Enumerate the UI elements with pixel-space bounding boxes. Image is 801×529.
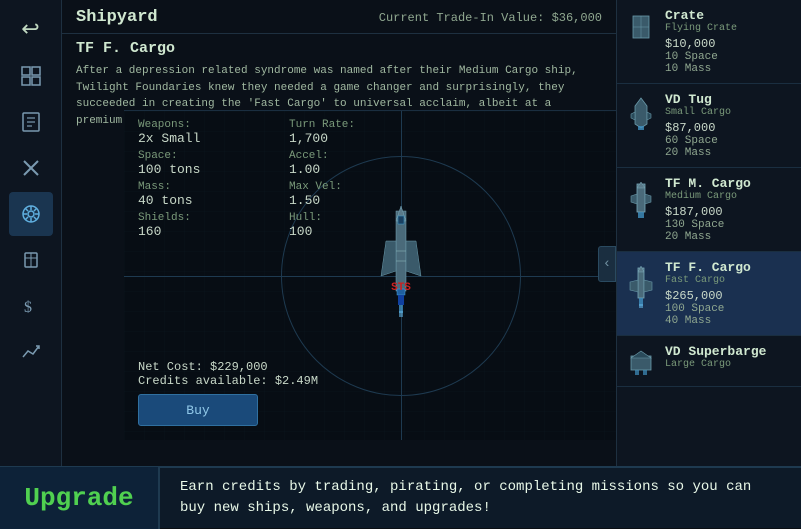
ship-card-stat-vd-tug-0: 60 Space: [665, 135, 793, 147]
stats-overlay: Weapons: 2x Small Turn Rate: 1,700 Space…: [124, 111, 424, 247]
upgrade-description: Earn credits by trading, pirating, or co…: [160, 477, 801, 519]
weapons-label: Weapons:: [138, 119, 259, 131]
space-value: 100 tons: [138, 162, 259, 177]
ship-list-panel: CrateFlying Crate $10,00010 Space10 Mass V…: [616, 0, 801, 528]
ship-card-icon-tf-m-cargo: [625, 176, 657, 220]
ship-card-stat-crate-0: 10 Space: [665, 51, 793, 63]
credits-available: Credits available: $2.49M: [138, 374, 318, 388]
ship-card-info-vd-tug: VD TugSmall Cargo $87,00060 Space20 Mass: [665, 92, 793, 159]
sidebar-icon-stats[interactable]: [9, 330, 53, 374]
turnrate-group: Turn Rate: 1,700: [289, 119, 410, 146]
ship-card-stat-tf-m-cargo-1: 20 Mass: [665, 231, 793, 243]
ship-card-tf-m-cargo[interactable]: TF M. CargoMedium Cargo $187,000130 Space…: [617, 168, 801, 252]
ship-card-name-vd-superbarge: VD Superbarge: [665, 344, 793, 359]
ship-card-type-tf-m-cargo: Medium Cargo: [665, 191, 793, 202]
ship-card-name-tf-f-cargo: TF F. Cargo: [665, 260, 793, 275]
ship-card-price-crate: $10,000: [665, 37, 793, 51]
sidebar-icon-map[interactable]: [9, 54, 53, 98]
maxvel-value: 1.50: [289, 193, 410, 208]
sidebar-icon-cargo[interactable]: [9, 238, 53, 282]
ship-card-icon-tf-f-cargo: [625, 260, 657, 308]
ship-card-stat-crate-1: 10 Mass: [665, 63, 793, 75]
ship-card-tf-f-cargo[interactable]: TF F. CargoFast Cargo $265,000100 Space40…: [617, 252, 801, 336]
ship-name: TF F. Cargo: [62, 34, 616, 61]
accel-value: 1.00: [289, 162, 410, 177]
ship-card-name-crate: Crate: [665, 8, 793, 23]
main-panel: Shipyard Current Trade-In Value: $36,000…: [62, 0, 616, 528]
ship-card-price-tf-f-cargo: $265,000: [665, 289, 793, 303]
sidebar: ↩: [0, 0, 62, 528]
maxvel-group: Max Vel: 1.50: [289, 181, 410, 208]
hull-value: 100: [289, 224, 410, 239]
mass-label: Mass:: [138, 181, 259, 193]
maxvel-label: Max Vel:: [289, 181, 410, 193]
sidebar-icon-missions[interactable]: [9, 100, 53, 144]
buy-button[interactable]: Buy: [138, 394, 258, 426]
ship-card-icon-vd-superbarge: [625, 344, 657, 378]
ship-card-price-tf-m-cargo: $187,000: [665, 205, 793, 219]
space-label: Space:: [138, 150, 259, 162]
accel-group: Accel: 1.00: [289, 150, 410, 177]
ship-display-area: STS Weapons: 2x Small Turn Rate: 1,700 S…: [124, 110, 678, 440]
ship-card-type-crate: Flying Crate: [665, 23, 793, 34]
ship-card-name-vd-tug: VD Tug: [665, 92, 793, 107]
weapons-group: Weapons: 2x Small: [138, 119, 259, 146]
ship-card-stat-vd-tug-1: 20 Mass: [665, 147, 793, 159]
ship-card-stat-tf-f-cargo-0: 100 Space: [665, 303, 793, 315]
ship-card-crate[interactable]: CrateFlying Crate $10,00010 Space10 Mass: [617, 0, 801, 84]
bottom-bar: Upgrade Earn credits by trading, piratin…: [0, 466, 801, 528]
space-group: Space: 100 tons: [138, 150, 259, 177]
ship-card-name-tf-m-cargo: TF M. Cargo: [665, 176, 793, 191]
ship-card-stat-tf-m-cargo-0: 130 Space: [665, 219, 793, 231]
hull-label: Hull:: [289, 212, 410, 224]
net-cost: Net Cost: $229,000: [138, 360, 318, 374]
sidebar-icon-tools[interactable]: [9, 146, 53, 190]
mass-group: Mass: 40 tons: [138, 181, 259, 208]
trade-in-value: Current Trade-In Value: $36,000: [379, 11, 602, 25]
hull-group: Hull: 100: [289, 212, 410, 239]
ship-card-info-tf-m-cargo: TF M. CargoMedium Cargo $187,000130 Space…: [665, 176, 793, 243]
accel-label: Accel:: [289, 150, 410, 162]
sts-label: STS: [391, 282, 411, 294]
ship-card-vd-tug[interactable]: VD TugSmall Cargo $87,00060 Space20 Mass: [617, 84, 801, 168]
turnrate-label: Turn Rate:: [289, 119, 410, 131]
ship-card-stat-tf-f-cargo-1: 40 Mass: [665, 315, 793, 327]
sidebar-icon-back[interactable]: ↩: [9, 8, 53, 52]
header: Shipyard Current Trade-In Value: $36,000: [62, 0, 616, 34]
shields-label: Shields:: [138, 212, 259, 224]
upgrade-label: Upgrade: [0, 467, 160, 529]
turnrate-value: 1,700: [289, 131, 410, 146]
shields-group: Shields: 160: [138, 212, 259, 239]
ship-card-info-tf-f-cargo: TF F. CargoFast Cargo $265,000100 Space40…: [665, 260, 793, 327]
page-title: Shipyard: [76, 8, 158, 27]
collapse-button[interactable]: ‹: [598, 246, 616, 282]
ship-card-icon-vd-tug: [625, 92, 657, 132]
svg-text:$: $: [24, 299, 32, 316]
costs-overlay: Net Cost: $229,000 Credits available: $2…: [124, 360, 332, 388]
sidebar-icon-helm[interactable]: [9, 192, 53, 236]
ship-card-type-vd-tug: Small Cargo: [665, 107, 793, 118]
ship-card-type-tf-f-cargo: Fast Cargo: [665, 275, 793, 286]
ship-card-info-crate: CrateFlying Crate $10,00010 Space10 Mass: [665, 8, 793, 75]
ship-card-info-vd-superbarge: VD SuperbargeLarge Cargo: [665, 344, 793, 373]
ship-card-price-vd-tug: $87,000: [665, 121, 793, 135]
ship-card-vd-superbarge[interactable]: VD SuperbargeLarge Cargo: [617, 336, 801, 387]
mass-value: 40 tons: [138, 193, 259, 208]
shields-value: 160: [138, 224, 259, 239]
sidebar-icon-finance[interactable]: $: [9, 284, 53, 328]
weapons-value: 2x Small: [138, 131, 259, 146]
ship-card-type-vd-superbarge: Large Cargo: [665, 359, 793, 370]
ship-card-icon-crate: [625, 8, 657, 44]
